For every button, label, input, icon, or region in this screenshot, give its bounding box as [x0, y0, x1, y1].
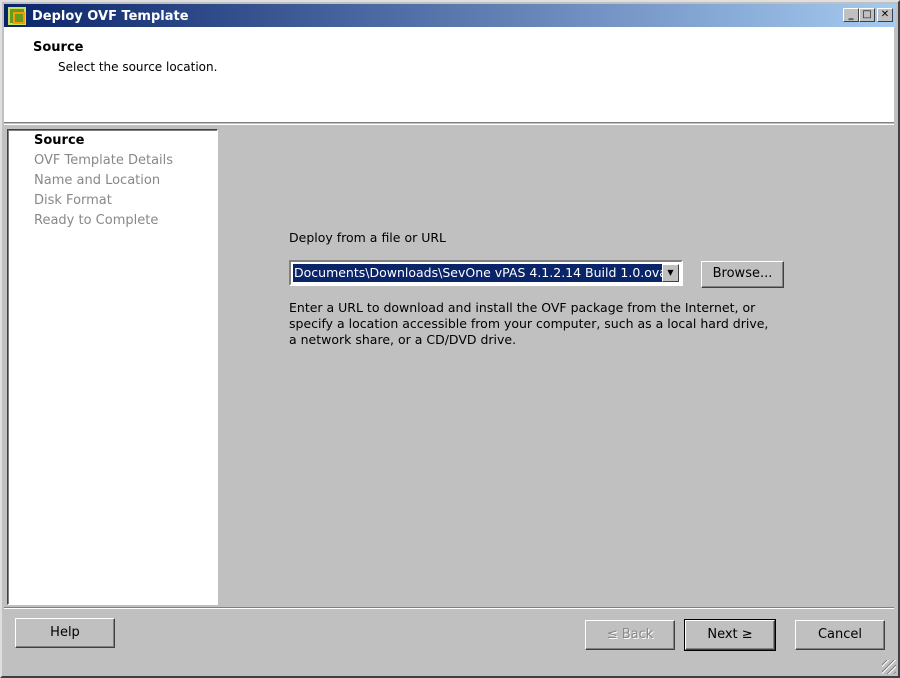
source-path-combobox[interactable]: Documents\Downloads\SevOne vPAS 4.1.2.14… [289, 260, 683, 286]
help-button[interactable]: Help [15, 618, 115, 648]
title-bar[interactable]: Deploy OVF Template _ □ ✕ [4, 4, 896, 28]
back-button[interactable]: ≤ Back [585, 620, 675, 650]
window-title: Deploy OVF Template [32, 8, 189, 24]
dropdown-arrow-icon[interactable]: ▼ [662, 264, 679, 282]
browse-button[interactable]: Browse... [701, 261, 784, 288]
divider [4, 607, 894, 609]
deploy-source-label: Deploy from a file or URL [289, 230, 447, 245]
step-ovf-template-details: OVF Template Details [34, 153, 174, 168]
page-title: Source [33, 40, 84, 55]
vsphere-app-icon [8, 7, 26, 25]
source-path-value[interactable]: Documents\Downloads\SevOne vPAS 4.1.2.14… [293, 264, 668, 282]
wizard-steps: Source OVF Template Details Name and Loc… [7, 129, 218, 605]
divider [4, 124, 894, 125]
page-subtitle: Select the source location. [58, 60, 218, 74]
step-ready-to-complete: Ready to Complete [34, 213, 159, 228]
cancel-button[interactable]: Cancel [795, 620, 885, 650]
close-button[interactable]: ✕ [877, 8, 893, 22]
step-source: Source [34, 133, 85, 148]
step-name-and-location: Name and Location [34, 173, 161, 188]
next-button[interactable]: Next ≥ [684, 619, 776, 651]
source-description: Enter a URL to download and install the … [289, 300, 769, 347]
step-disk-format: Disk Format [34, 193, 112, 208]
wizard-header: Source Select the source location. [4, 27, 894, 123]
maximize-button[interactable]: □ [859, 8, 875, 22]
resize-grip-icon[interactable] [882, 660, 896, 674]
minimize-button[interactable]: _ [843, 8, 859, 22]
